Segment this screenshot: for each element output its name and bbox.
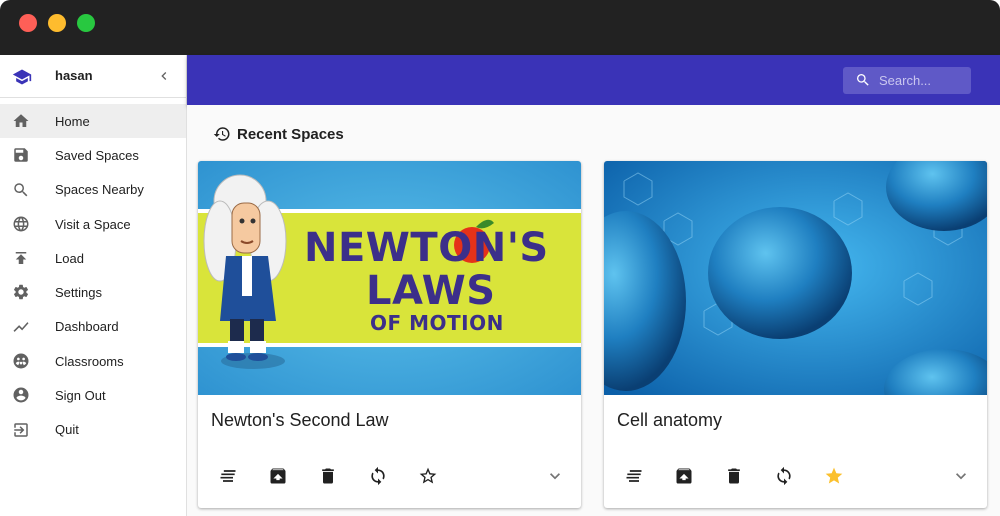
chevron-down-icon xyxy=(956,473,966,480)
card-actions xyxy=(604,461,987,491)
search-icon xyxy=(857,74,869,86)
archive-button[interactable] xyxy=(268,466,288,486)
close-window-button[interactable] xyxy=(19,14,37,32)
chevron-down-icon xyxy=(550,473,560,480)
sidebar-item-spaces-nearby[interactable]: Spaces Nearby xyxy=(0,173,186,207)
sidebar-item-load[interactable]: Load xyxy=(0,241,186,275)
sidebar-header: hasan xyxy=(0,55,186,98)
cell-anatomy-thumbnail[interactable] xyxy=(604,161,987,395)
sync-icon xyxy=(777,466,791,486)
sidebar-item-label: Classrooms xyxy=(55,353,124,369)
card-actions xyxy=(198,461,581,491)
globe-icon xyxy=(13,216,29,232)
sidebar-item-visit-a-space[interactable]: Visit a Space xyxy=(0,207,186,241)
sidebar-username: hasan xyxy=(55,68,93,83)
sync-button[interactable] xyxy=(774,466,794,486)
sidebar-item-settings[interactable]: Settings xyxy=(0,275,186,309)
archive-icon xyxy=(676,468,692,484)
details-icon xyxy=(626,470,642,482)
favorite-button[interactable] xyxy=(418,466,438,486)
card-title: Newton's Second Law xyxy=(211,410,389,430)
newtons-laws-of-motion-thumbnail[interactable]: NEWTON'S LAWS OF MOTION xyxy=(198,161,581,395)
exit-icon xyxy=(14,422,28,437)
sidebar-item-sign-out[interactable]: Sign Out xyxy=(0,378,186,412)
expand-button[interactable] xyxy=(951,466,971,486)
sidebar-item-home[interactable]: Home xyxy=(0,104,186,139)
expand-button[interactable] xyxy=(545,466,565,486)
sidebar-item-label: Load xyxy=(55,250,84,266)
space-card: Cell anatomy xyxy=(604,161,987,508)
cell-illustration xyxy=(604,161,987,395)
sidebar-item-label: Visit a Space xyxy=(55,216,131,232)
sidebar-item-dashboard[interactable]: Dashboard xyxy=(0,310,186,344)
card-title: Cell anatomy xyxy=(617,410,723,430)
main-content: Recent Spaces NEWTON'S LAWS OF MOTION Ne… xyxy=(187,105,1000,516)
account-icon xyxy=(13,387,29,403)
sync-button[interactable] xyxy=(368,466,388,486)
sidebar-item-label: Quit xyxy=(55,422,79,438)
details-icon xyxy=(220,470,236,482)
sidebar-item-label: Sign Out xyxy=(55,388,106,404)
star-filled-icon xyxy=(825,467,843,484)
sidebar-item-label: Spaces Nearby xyxy=(55,182,144,198)
window-titlebar xyxy=(0,0,1000,55)
thumbnail-text-line: LAWS xyxy=(366,268,496,314)
upload-icon xyxy=(15,252,27,265)
search-input[interactable] xyxy=(879,71,967,90)
sidebar-item-quit[interactable]: Quit xyxy=(0,413,186,447)
sidebar-item-label: Saved Spaces xyxy=(55,147,139,163)
app-bar xyxy=(187,55,1000,105)
space-card: NEWTON'S LAWS OF MOTION Newton's Second … xyxy=(198,161,581,508)
history-icon xyxy=(213,127,230,141)
section-title: Recent Spaces xyxy=(237,125,344,143)
thumbnail-text-line: OF MOTION xyxy=(370,311,504,335)
sidebar-item-label: Settings xyxy=(55,285,102,301)
star-outline-icon xyxy=(419,467,437,484)
save-icon xyxy=(14,148,28,163)
delete-icon xyxy=(728,468,740,484)
sidebar-item-label: Dashboard xyxy=(55,319,119,335)
sidebar-item-saved-spaces[interactable]: Saved Spaces xyxy=(0,138,186,172)
details-button[interactable] xyxy=(218,466,238,486)
home-icon xyxy=(13,114,29,127)
search-icon xyxy=(14,182,28,196)
minimize-window-button[interactable] xyxy=(48,14,66,32)
trending-icon xyxy=(13,321,29,332)
gear-icon xyxy=(13,285,29,300)
chevron-left-icon[interactable] xyxy=(156,67,172,85)
favorite-button[interactable] xyxy=(824,466,844,486)
classroom-icon xyxy=(13,353,29,369)
search-box[interactable] xyxy=(843,67,971,94)
sidebar-item-label: Home xyxy=(55,113,90,129)
delete-button[interactable] xyxy=(724,466,744,486)
graduation-cap-icon xyxy=(12,69,32,85)
archive-icon xyxy=(270,468,286,484)
thumbnail-text-line: NEWTON'S xyxy=(304,225,549,271)
sidebar-item-classrooms[interactable]: Classrooms xyxy=(0,344,186,378)
section-header: Recent Spaces xyxy=(213,125,344,143)
maximize-window-button[interactable] xyxy=(77,14,95,32)
archive-button[interactable] xyxy=(674,466,694,486)
delete-button[interactable] xyxy=(318,466,338,486)
sidebar: hasan Home Saved Spaces Spaces Nearby Vi… xyxy=(0,55,187,516)
sidebar-nav: Home Saved Spaces Spaces Nearby Visit a … xyxy=(0,98,186,447)
delete-icon xyxy=(322,468,334,484)
details-button[interactable] xyxy=(624,466,644,486)
sync-icon xyxy=(371,466,385,486)
